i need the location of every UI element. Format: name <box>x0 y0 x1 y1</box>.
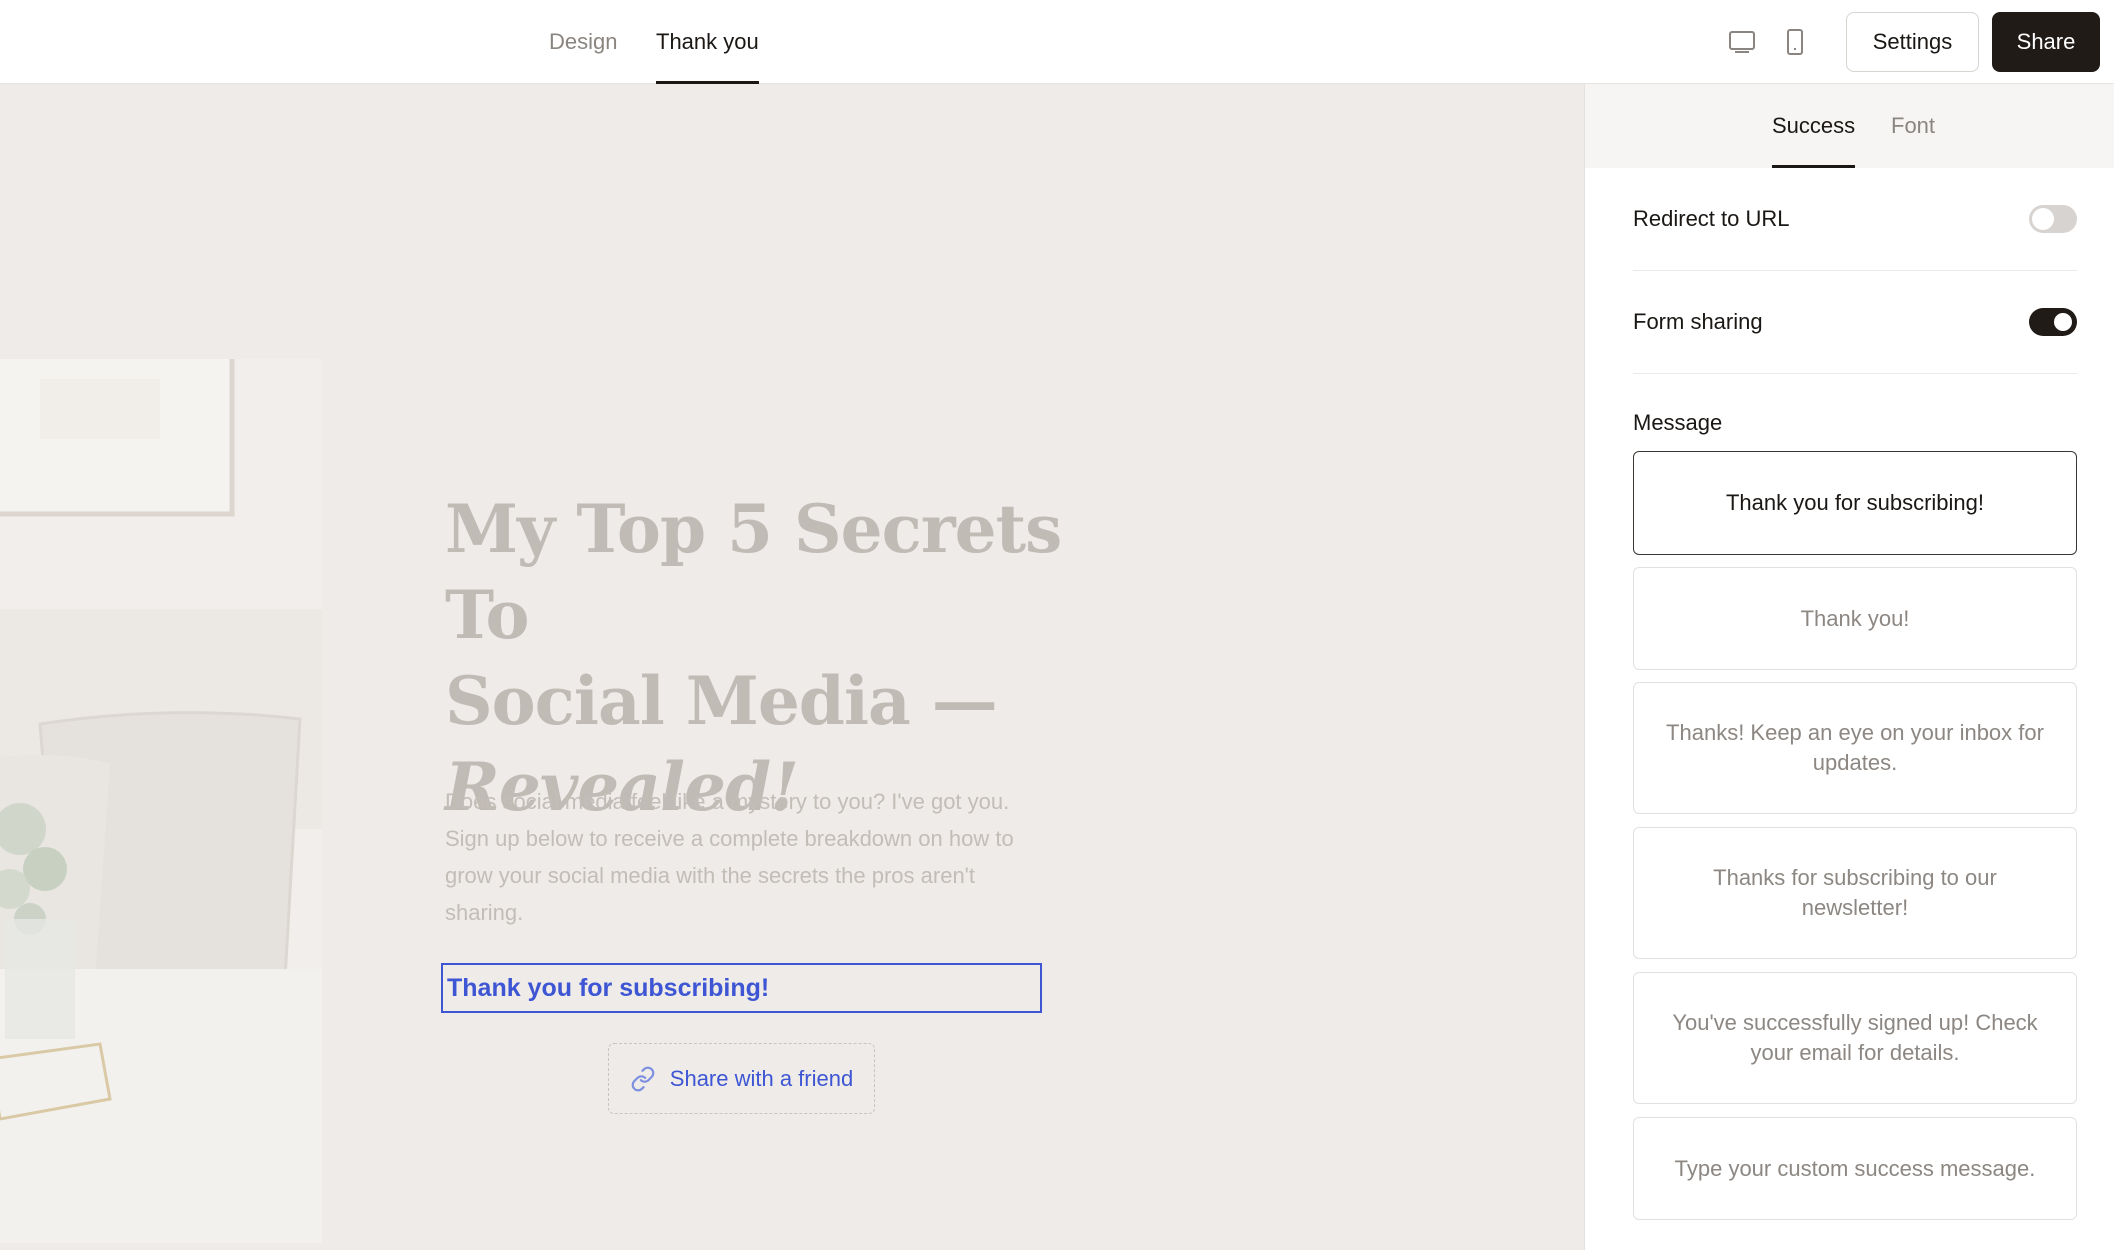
tab-success[interactable]: Success <box>1772 84 1856 168</box>
title-line-1: My Top 5 Secrets To <box>445 490 1062 654</box>
page-description: Does social media feel like a mystery to… <box>445 789 1014 925</box>
mobile-view-button[interactable] <box>1777 24 1813 60</box>
message-section-label: Message <box>1633 410 1723 435</box>
tab-thank-you[interactable]: Thank you <box>656 0 759 84</box>
form-preview-canvas: My Top 5 Secrets To Social Media — Revea… <box>0 84 1584 1250</box>
message-option-3[interactable]: Thanks! Keep an eye on your inbox for up… <box>1633 682 2077 814</box>
panel-tabs: Success Font <box>1585 84 2114 168</box>
success-message-editor[interactable]: Thank you for subscribing! <box>441 963 1042 1013</box>
hero-image <box>0 359 322 1243</box>
link-icon <box>631 1066 655 1091</box>
tab-design[interactable]: Design <box>549 0 617 84</box>
form-sharing-toggle[interactable] <box>2029 308 2077 336</box>
message-option-custom[interactable]: Type your custom success message. <box>1633 1117 2077 1220</box>
tab-font[interactable]: Font <box>1891 84 1935 168</box>
mobile-icon <box>1787 29 1803 55</box>
room-photo-illustration <box>0 359 322 1243</box>
share-with-friend-label: Share with a friend <box>669 1065 854 1091</box>
page-title: My Top 5 Secrets To Social Media — Revea… <box>445 486 1065 830</box>
message-option-2[interactable]: Thank you! <box>1633 567 2077 670</box>
message-option-1[interactable]: Thank you for subscribing! <box>1633 451 2077 555</box>
settings-button[interactable]: Settings <box>1846 12 1979 72</box>
success-message-text: Thank you for subscribing! <box>447 973 770 1002</box>
form-sharing-label: Form sharing <box>1633 309 1763 334</box>
title-line-2: Social Media — <box>445 662 998 740</box>
share-with-friend-button[interactable]: Share with a friend <box>608 1043 875 1114</box>
form-sharing-row: Form sharing <box>1633 271 2077 374</box>
redirect-row: Redirect to URL <box>1633 168 2077 271</box>
message-option-5[interactable]: You've successfully signed up! Check you… <box>1633 972 2077 1104</box>
desktop-icon <box>1729 31 1755 53</box>
redirect-toggle[interactable] <box>2029 205 2077 233</box>
desktop-view-button[interactable] <box>1724 24 1760 60</box>
share-button[interactable]: Share <box>1992 12 2100 72</box>
message-option-4[interactable]: Thanks for subscribing to our newsletter… <box>1633 827 2077 959</box>
settings-panel: Success Font Redirect to URL Form sharin… <box>1584 84 2114 1250</box>
top-bar: Design Thank you Settings Share <box>0 0 2114 84</box>
redirect-label: Redirect to URL <box>1633 206 1790 231</box>
